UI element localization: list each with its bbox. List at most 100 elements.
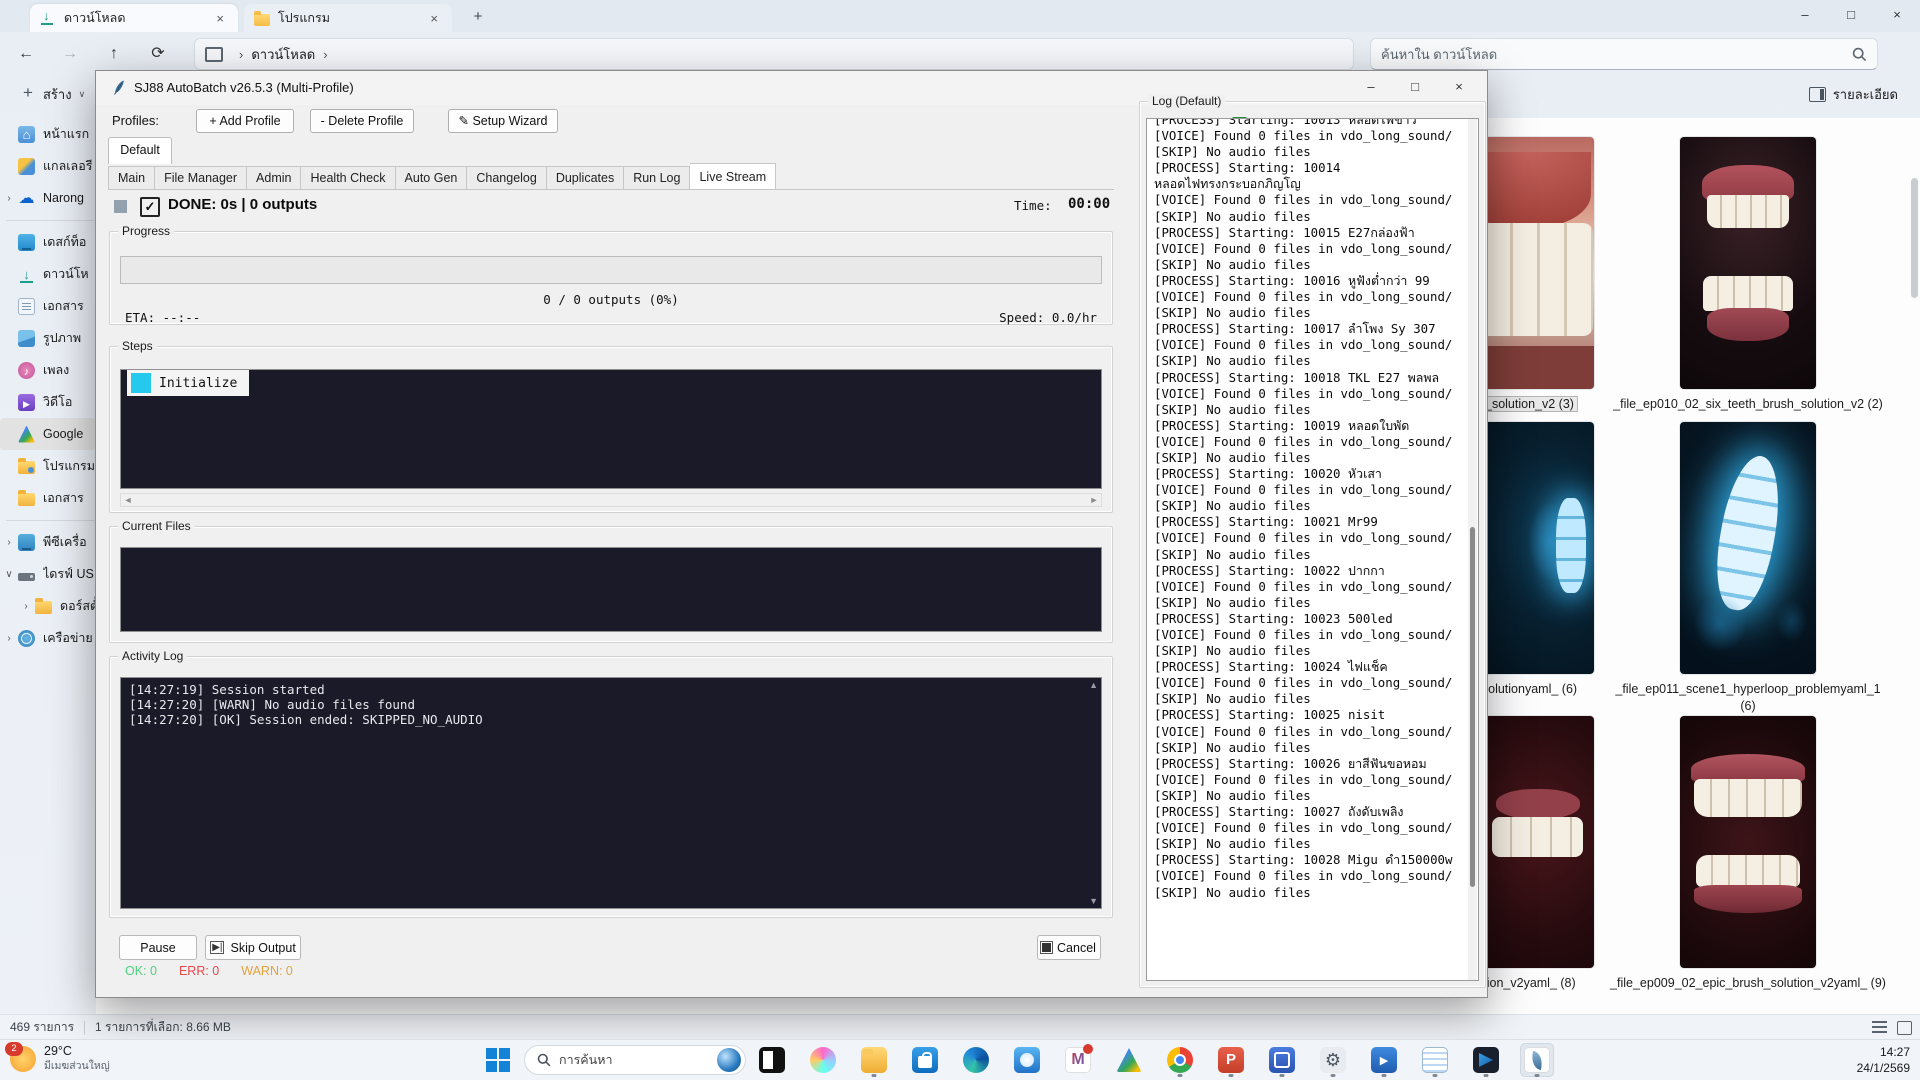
chrome-icon[interactable] bbox=[1163, 1043, 1197, 1077]
sidebar-item-home[interactable]: หน้าแรก bbox=[0, 118, 96, 150]
file-explorer-icon[interactable] bbox=[857, 1043, 891, 1077]
taskbar-clock[interactable]: 14:27 24/1/2569 bbox=[1857, 1044, 1910, 1076]
add-profile-button[interactable]: + Add Profile bbox=[196, 109, 294, 133]
sidebar-item-google-drive[interactable]: Google bbox=[0, 418, 96, 450]
details-pane-button[interactable]: รายละเอียด bbox=[1801, 79, 1906, 109]
sidebar-item-gallery[interactable]: แกลเลอรี bbox=[0, 150, 96, 182]
scroll-right-icon[interactable]: ► bbox=[1087, 494, 1101, 506]
up-button[interactable]: ↑ bbox=[96, 37, 132, 71]
scroll-down-icon[interactable]: ▼ bbox=[1089, 896, 1098, 906]
taskbar-search[interactable]: การค้นหา bbox=[524, 1045, 746, 1075]
sidebar-item-onedrive[interactable]: › Narong bbox=[0, 182, 96, 214]
tab-downloads[interactable]: ดาวน์โหลด × bbox=[30, 4, 238, 32]
dark-app-icon[interactable] bbox=[1469, 1043, 1503, 1077]
delete-profile-button[interactable]: - Delete Profile bbox=[310, 109, 414, 133]
setup-wizard-button[interactable]: ✎ Setup Wizard bbox=[448, 109, 558, 133]
file-item[interactable]: _file_ep010_02_six_teeth_brush_solution_… bbox=[1638, 137, 1858, 413]
tab-file-manager[interactable]: File Manager bbox=[155, 166, 247, 190]
tab-admin[interactable]: Admin bbox=[247, 166, 301, 190]
tab-main[interactable]: Main bbox=[108, 166, 155, 190]
refresh-button[interactable]: ⟳ bbox=[140, 37, 176, 71]
powerpoint-icon[interactable] bbox=[1214, 1043, 1248, 1077]
content-scrollbar[interactable] bbox=[1911, 178, 1918, 298]
cancel-button[interactable]: Cancel bbox=[1037, 935, 1101, 960]
scroll-left-icon[interactable]: ◄ bbox=[121, 494, 135, 506]
capcut-icon[interactable] bbox=[755, 1043, 789, 1077]
sidebar-item-desktop[interactable]: เดสก์ท็อ bbox=[0, 226, 96, 258]
chevron-icon[interactable]: › bbox=[0, 193, 18, 204]
photos-icon[interactable] bbox=[1010, 1043, 1044, 1077]
chevron-icon[interactable]: › bbox=[17, 601, 35, 612]
m-app-icon[interactable] bbox=[1061, 1043, 1095, 1077]
settings-icon[interactable] bbox=[1316, 1043, 1350, 1077]
store-icon[interactable] bbox=[908, 1043, 942, 1077]
edge-icon[interactable] bbox=[959, 1043, 993, 1077]
sidebar-divider[interactable] bbox=[0, 514, 96, 526]
log-scrollbar[interactable] bbox=[1468, 119, 1477, 980]
file-item[interactable]: _file_ep011_scene1_hyperloop_problemyaml… bbox=[1638, 422, 1858, 715]
sidebar-item-videos[interactable]: วิดีโอ bbox=[0, 386, 96, 418]
explorer-maximize-button[interactable]: □ bbox=[1828, 0, 1874, 32]
file-thumbnail[interactable] bbox=[1680, 716, 1816, 968]
steps-horizontal-scrollbar[interactable]: ◄ ► bbox=[120, 493, 1102, 507]
tab-live-stream[interactable]: Live Stream bbox=[690, 163, 776, 190]
sidebar-item-downloads[interactable]: ดาวน์โห bbox=[0, 258, 96, 290]
snipping-icon[interactable] bbox=[1265, 1043, 1299, 1077]
file-item[interactable]: _file_ep009_02_epic_brush_solution_v2yam… bbox=[1638, 716, 1858, 992]
tab-programs[interactable]: โปรแกรม × bbox=[244, 4, 452, 32]
copilot-icon[interactable] bbox=[806, 1043, 840, 1077]
app-maximize-button[interactable]: □ bbox=[1393, 71, 1437, 104]
thumbnail-view-icon[interactable] bbox=[1897, 1021, 1912, 1035]
tab-close-icon[interactable]: × bbox=[212, 11, 228, 26]
app-titlebar[interactable]: SJ88 AutoBatch v26.5.3 (Multi-Profile) –… bbox=[96, 71, 1487, 105]
sidebar-divider[interactable] bbox=[0, 214, 96, 226]
new-button[interactable]: สร้าง ∨ bbox=[12, 79, 95, 109]
tab-run-log[interactable]: Run Log bbox=[624, 166, 690, 190]
sidebar-item-documents-folder[interactable]: เอกสาร bbox=[0, 482, 96, 514]
forward-button[interactable]: → bbox=[52, 37, 88, 71]
log-scrollbar-thumb[interactable] bbox=[1470, 527, 1475, 887]
sidebar-item-this-pc[interactable]: › พีซีเครื่อ bbox=[0, 526, 96, 558]
feather-app-icon[interactable] bbox=[1520, 1043, 1554, 1077]
explorer-minimize-button[interactable]: – bbox=[1782, 0, 1828, 32]
movies-icon[interactable] bbox=[1367, 1043, 1401, 1077]
notepad-icon[interactable] bbox=[1418, 1043, 1452, 1077]
chevron-icon[interactable]: ∨ bbox=[0, 569, 18, 580]
sidebar-item-programs-folder[interactable]: โปรแกรม bbox=[0, 450, 96, 482]
start-button[interactable] bbox=[486, 1048, 510, 1072]
sidebar-item-usb-drive[interactable]: ∨ ไดรฟ์ US bbox=[0, 558, 96, 590]
tab-close-icon[interactable]: × bbox=[426, 11, 442, 26]
file-thumbnail[interactable] bbox=[1680, 422, 1816, 674]
tab-duplicates[interactable]: Duplicates bbox=[547, 166, 624, 190]
step-item[interactable]: Initialize bbox=[127, 370, 249, 396]
pause-button[interactable]: Pause bbox=[119, 935, 197, 960]
new-tab-button[interactable]: + bbox=[466, 6, 490, 28]
app-minimize-button[interactable]: – bbox=[1349, 71, 1393, 104]
sidebar-item-documents[interactable]: เอกสาร bbox=[0, 290, 96, 322]
sidebar-item-pictures[interactable]: รูปภาพ bbox=[0, 322, 96, 354]
breadcrumb[interactable]: › ดาวน์โหลด › bbox=[194, 38, 1354, 70]
skip-output-button[interactable]: ▶| Skip Output bbox=[205, 935, 301, 960]
weather-widget[interactable]: 2 29°C มีเมฆส่วนใหญ่ bbox=[10, 1044, 110, 1074]
activity-log-panel[interactable]: [14:27:19] Session started[14:27:20] [WA… bbox=[120, 677, 1102, 909]
app-close-button[interactable]: × bbox=[1437, 71, 1481, 104]
list-view-icon[interactable] bbox=[1872, 1021, 1887, 1033]
file-thumbnail[interactable] bbox=[1680, 137, 1816, 389]
search-input[interactable]: ค้นหาใน ดาวน์โหลด bbox=[1370, 38, 1878, 70]
tab-changelog[interactable]: Changelog bbox=[467, 166, 546, 190]
back-button[interactable]: ← bbox=[8, 37, 44, 71]
chevron-icon[interactable]: › bbox=[0, 537, 18, 548]
log-textarea[interactable]: [PROCESS] Starting: 10013 หลอดไฟขาว[VOIC… bbox=[1146, 118, 1479, 981]
scroll-up-icon[interactable]: ▲ bbox=[1089, 680, 1098, 690]
breadcrumb-location[interactable]: ดาวน์โหลด bbox=[251, 44, 315, 65]
explorer-close-button[interactable]: × bbox=[1874, 0, 1920, 32]
tab-health-check[interactable]: Health Check bbox=[301, 166, 395, 190]
chevron-icon[interactable]: › bbox=[0, 633, 18, 644]
google-drive-icon[interactable] bbox=[1112, 1043, 1146, 1077]
sidebar-item-subfolder[interactable]: › ดอร์สตั้ bbox=[0, 590, 96, 622]
tab-auto-gen[interactable]: Auto Gen bbox=[396, 166, 468, 190]
sidebar-item-music[interactable]: เพลง bbox=[0, 354, 96, 386]
sidebar-item-network[interactable]: › เครือข่าย bbox=[0, 622, 96, 654]
breadcrumb-separator[interactable]: › bbox=[323, 47, 327, 62]
done-checkbox[interactable]: ✓ bbox=[140, 197, 160, 217]
